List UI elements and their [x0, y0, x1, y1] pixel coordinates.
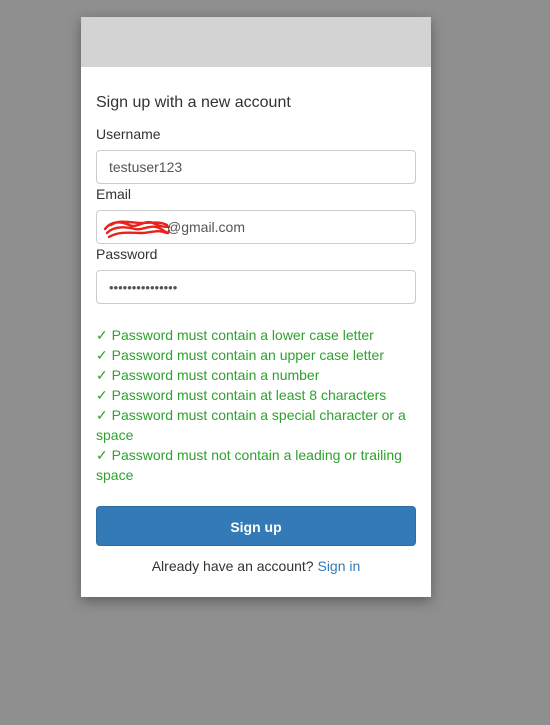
- email-value: @gmail.com: [167, 219, 246, 235]
- username-value: testuser123: [109, 159, 183, 175]
- password-rule: ✓ Password must contain a special charac…: [96, 407, 406, 443]
- username-input[interactable]: testuser123: [96, 150, 416, 184]
- signin-prompt-row: Already have an account? Sign in: [96, 558, 416, 574]
- password-label: Password: [96, 246, 158, 262]
- password-input[interactable]: •••••••••••••••: [96, 270, 416, 304]
- password-rule: ✓ Password must contain a number: [96, 367, 320, 383]
- password-rule: ✓ Password must not contain a leading or…: [96, 447, 402, 483]
- signup-form: Sign up with a new account Username test…: [81, 94, 431, 574]
- signin-prompt: Already have an account?: [151, 558, 314, 574]
- email-label: Email: [96, 186, 132, 202]
- password-value: •••••••••••••••: [109, 280, 178, 295]
- password-rule: ✓ Password must contain at least 8 chara…: [96, 387, 387, 403]
- username-label: Username: [96, 126, 161, 142]
- email-input[interactable]: @gmail.com: [96, 210, 416, 244]
- signup-card: Sign up with a new account Username test…: [81, 17, 431, 597]
- password-rules-list: ✓ Password must contain a lower case let…: [96, 325, 416, 485]
- password-rule: ✓ Password must contain an upper case le…: [96, 347, 384, 363]
- password-rule: ✓ Password must contain a lower case let…: [96, 327, 374, 343]
- form-title: Sign up with a new account: [96, 94, 291, 111]
- signin-link[interactable]: Sign in: [317, 558, 360, 574]
- card-header: [81, 17, 431, 67]
- signup-button[interactable]: Sign up: [96, 506, 416, 546]
